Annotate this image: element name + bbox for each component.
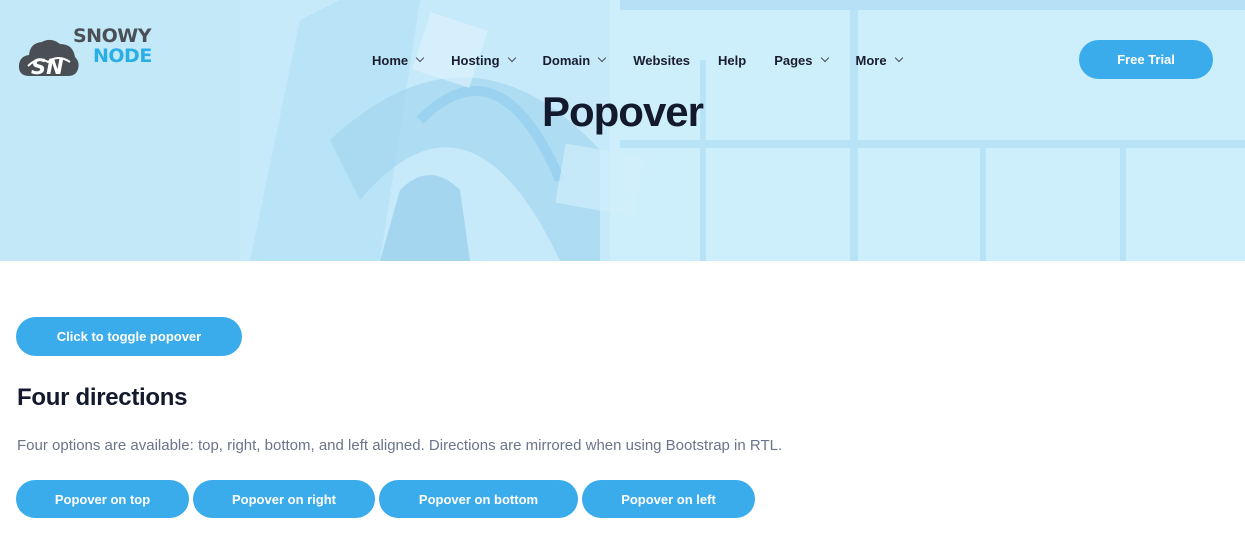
nav-item-label: Websites [633, 52, 691, 68]
logo-line-2: NODE [93, 45, 152, 67]
chevron-down-icon [894, 53, 903, 63]
logo-line-1: SNOWY [73, 25, 151, 47]
section-description: Four options are available: top, right, … [17, 437, 783, 454]
nav-item-label: Hosting [451, 52, 500, 68]
logo-mark-text: SN [31, 55, 64, 78]
chevron-down-icon [820, 53, 829, 63]
popover-bottom-button[interactable]: Popover on bottom [379, 480, 578, 518]
nav-item-pages[interactable]: Pages [774, 52, 829, 68]
chevron-down-icon [597, 53, 607, 63]
nav-item-label: More [855, 52, 887, 68]
cloud-logo-icon: SN [18, 39, 79, 78]
chevron-down-icon [415, 53, 425, 63]
site-logo[interactable]: SN SNOWY NODE [18, 26, 168, 80]
logo-wordmark: SNOWY NODE [73, 26, 152, 66]
chevron-down-icon [507, 53, 516, 63]
free-trial-button[interactable]: Free Trial [1079, 40, 1213, 79]
hero-banner: SN SNOWY NODE Home Hosting Domain Websit… [0, 0, 1245, 261]
main-nav: Home Hosting Domain Websites Help Pages … [372, 51, 930, 69]
nav-item-label: Home [372, 52, 409, 68]
nav-item-home[interactable]: Home [372, 52, 425, 68]
popover-left-button[interactable]: Popover on left [582, 480, 755, 518]
nav-item-hosting[interactable]: Hosting [451, 52, 516, 68]
nav-item-websites[interactable]: Websites [633, 53, 690, 68]
direction-buttons: Popover on top Popover on right Popover … [16, 480, 759, 518]
nav-item-label: Help [718, 52, 747, 68]
nav-item-domain[interactable]: Domain [542, 52, 607, 68]
nav-item-label: Domain [542, 52, 591, 68]
section-heading: Four directions [17, 384, 188, 411]
page-title: Popover [541, 88, 704, 135]
popover-top-button[interactable]: Popover on top [16, 480, 189, 518]
nav-item-help[interactable]: Help [718, 53, 746, 68]
nav-item-more[interactable]: More [855, 52, 903, 68]
nav-item-label: Pages [774, 52, 813, 68]
toggle-popover-button[interactable]: Click to toggle popover [16, 317, 242, 356]
popover-right-button[interactable]: Popover on right [193, 480, 375, 518]
